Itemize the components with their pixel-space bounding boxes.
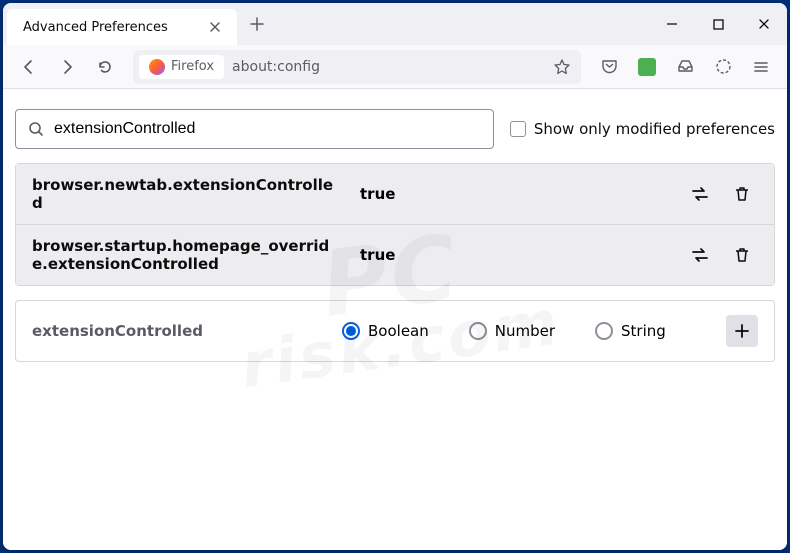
identity-label: Firefox [171,59,214,74]
pref-value: true [360,246,664,264]
add-pref-button[interactable] [726,315,758,347]
new-tab-button[interactable] [243,10,271,38]
close-window-button[interactable] [741,3,787,45]
app-window: Advanced Preferences Firefox about:confi… [3,3,787,550]
radio-icon [595,322,613,340]
nav-toolbar: Firefox about:config [3,45,787,89]
browser-tab[interactable]: Advanced Preferences [7,9,237,45]
checkbox-icon [510,121,526,137]
close-tab-icon[interactable] [207,19,223,35]
new-pref-row: extensionControlled Boolean Number Strin… [15,300,775,362]
search-icon [28,121,44,137]
window-controls [649,3,787,45]
show-modified-label: Show only modified preferences [534,120,775,138]
toggle-button[interactable] [684,239,716,271]
url-bar[interactable]: Firefox about:config [133,50,581,84]
extension-icon[interactable] [631,51,663,83]
radio-string[interactable]: String [595,322,666,340]
pref-name: browser.newtab.extensionControlled [32,176,340,212]
forward-button[interactable] [51,51,83,83]
maximize-button[interactable] [695,3,741,45]
pref-row: browser.startup.homepage_override.extens… [16,225,774,285]
new-pref-name: extensionControlled [32,322,322,340]
search-row: Show only modified preferences [15,109,775,149]
delete-button[interactable] [726,178,758,210]
account-icon[interactable] [707,51,739,83]
minimize-button[interactable] [649,3,695,45]
search-input[interactable] [54,120,481,138]
pref-name: browser.startup.homepage_override.extens… [32,237,340,273]
content-area: Show only modified preferences browser.n… [3,89,787,550]
show-modified-checkbox[interactable]: Show only modified preferences [510,120,775,138]
delete-button[interactable] [726,239,758,271]
tab-bar: Advanced Preferences [3,3,787,45]
firefox-icon [149,59,165,75]
radio-boolean[interactable]: Boolean [342,322,429,340]
inbox-icon[interactable] [669,51,701,83]
radio-icon [469,322,487,340]
preferences-table: browser.newtab.extensionControlled true … [15,163,775,286]
reload-button[interactable] [89,51,121,83]
pocket-icon[interactable] [593,51,625,83]
type-radio-group: Boolean Number String [342,322,706,340]
tab-title: Advanced Preferences [23,20,168,35]
radio-number[interactable]: Number [469,322,555,340]
hamburger-menu-icon[interactable] [745,51,777,83]
url-text: about:config [232,59,320,75]
radio-icon [342,322,360,340]
search-box[interactable] [15,109,494,149]
bookmark-star-icon[interactable] [553,58,571,76]
toggle-button[interactable] [684,178,716,210]
pref-value: true [360,185,664,203]
pref-row: browser.newtab.extensionControlled true [16,164,774,225]
identity-box[interactable]: Firefox [139,55,224,79]
back-button[interactable] [13,51,45,83]
